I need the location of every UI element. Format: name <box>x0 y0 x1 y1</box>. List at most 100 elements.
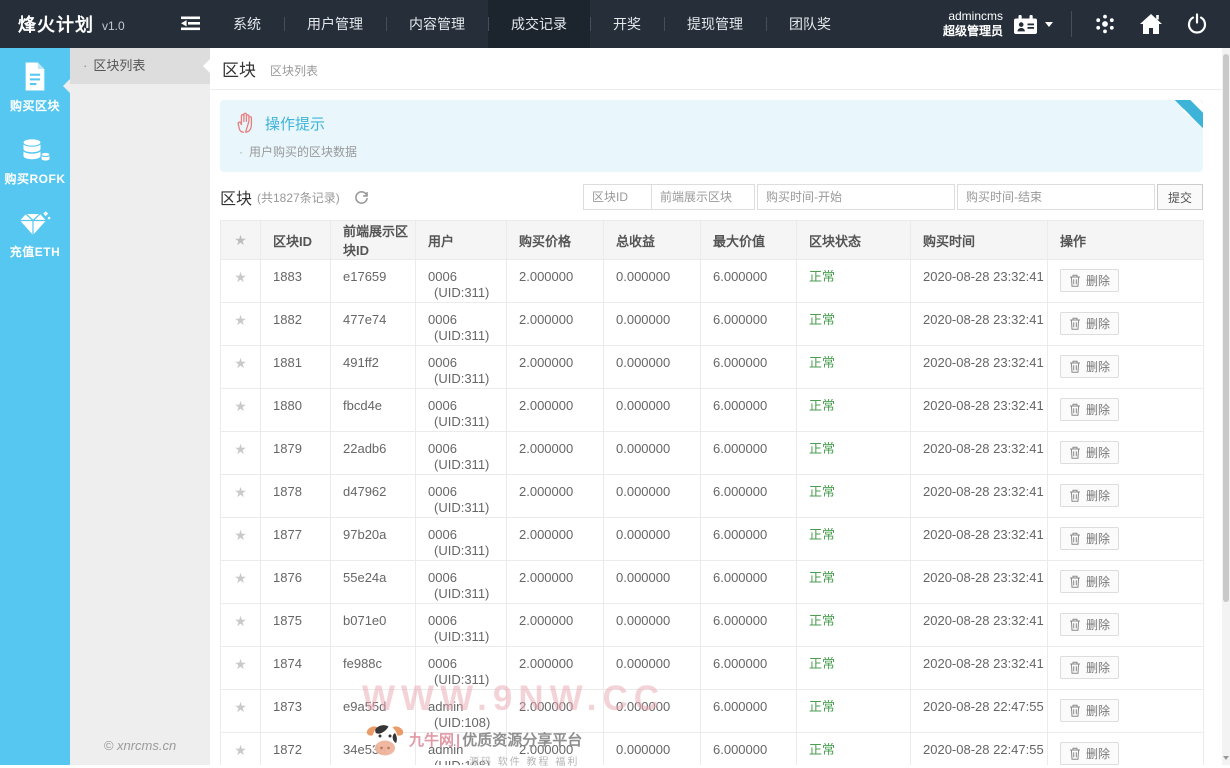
cell-status: 正常 <box>797 733 911 766</box>
star-icon[interactable]: ★ <box>234 312 247 328</box>
delete-button[interactable]: 删除 <box>1060 613 1119 636</box>
star-icon[interactable]: ★ <box>234 398 247 414</box>
delete-button[interactable]: 删除 <box>1060 742 1119 765</box>
cell-actions: 删除 <box>1048 733 1204 766</box>
delete-button[interactable]: 删除 <box>1060 398 1119 421</box>
logout-button[interactable] <box>1174 0 1220 48</box>
cell-actions: 删除 <box>1048 260 1204 303</box>
cell-max: 6.000000 <box>701 389 797 432</box>
display-block-input[interactable] <box>651 184 755 210</box>
scrollbar-track[interactable] <box>1222 48 1230 765</box>
delete-label: 删除 <box>1086 490 1110 502</box>
sidebar-item-buy-block[interactable]: 购买区块 <box>0 48 70 124</box>
buy-time-end-input[interactable] <box>957 184 1155 210</box>
sidebar-item-recharge-eth[interactable]: 充值ETH <box>0 197 70 270</box>
nav-item[interactable]: 成交记录 <box>488 0 590 48</box>
home-button[interactable] <box>1128 0 1174 48</box>
user-value: admin <box>428 699 506 715</box>
nav-item[interactable]: 系统 <box>210 0 284 48</box>
delete-label: 删除 <box>1086 318 1110 330</box>
cell-time: 2020-08-28 23:32:41 <box>911 475 1048 518</box>
trash-icon <box>1069 403 1081 416</box>
delete-button[interactable]: 删除 <box>1060 699 1119 722</box>
cell-price: 2.000000 <box>507 475 604 518</box>
coins-icon <box>0 137 70 165</box>
cell-time: 2020-08-28 23:32:41 <box>911 604 1048 647</box>
cell-display-id: 477e74 <box>331 303 416 346</box>
delete-button[interactable]: 删除 <box>1060 312 1119 335</box>
header-row: ★ 区块ID 前端展示区块ID 用户 购买价格 总收益 最大价值 区块状态 购买… <box>221 221 1204 260</box>
star-icon[interactable]: ★ <box>234 742 247 758</box>
cell-block-id: 1881 <box>261 346 331 389</box>
submenu-item-block-list[interactable]: ·区块列表 <box>70 48 210 84</box>
column-header: 总收益 <box>604 221 701 260</box>
delete-label: 删除 <box>1086 275 1110 287</box>
nav-item-label: 内容管理 <box>409 14 465 34</box>
cell-user: admin (UID:108) <box>416 733 507 766</box>
cell-actions: 删除 <box>1048 690 1204 733</box>
star-icon[interactable]: ★ <box>234 656 247 672</box>
status-badge: 正常 <box>809 441 835 456</box>
submit-button[interactable]: 提交 <box>1157 184 1203 210</box>
refresh-button[interactable] <box>354 190 369 205</box>
sidebar-item-label: 充值ETH <box>10 245 61 259</box>
cell-block-id: 1882 <box>261 303 331 346</box>
cell-time: 2020-08-28 23:32:41 <box>911 346 1048 389</box>
nav-item[interactable]: 开奖 <box>590 0 664 48</box>
status-badge: 正常 <box>809 269 835 284</box>
cell-display-id: fbcd4e <box>331 389 416 432</box>
cell-display-id: 97b20a <box>331 518 416 561</box>
cell-income: 0.000000 <box>604 346 701 389</box>
cell-user: 0006 (UID:311) <box>416 346 507 389</box>
delete-button[interactable]: 删除 <box>1060 656 1119 679</box>
delete-button[interactable]: 删除 <box>1060 355 1119 378</box>
delete-button[interactable]: 删除 <box>1060 570 1119 593</box>
star-icon[interactable]: ★ <box>234 484 247 500</box>
cell-display-id: 55e24a <box>331 561 416 604</box>
star-icon[interactable]: ★ <box>234 570 247 586</box>
scrollbar-thumb[interactable] <box>1223 54 1229 602</box>
sidebar-item-buy-rofk[interactable]: 购买ROFK <box>0 124 70 197</box>
profile-dropdown-button[interactable] <box>1013 14 1053 35</box>
star-icon[interactable]: ★ <box>234 527 247 543</box>
cell-display-id: d47962 <box>331 475 416 518</box>
cell-price: 2.000000 <box>507 690 604 733</box>
buy-time-start-input[interactable] <box>757 184 955 210</box>
star-icon[interactable]: ★ <box>234 613 247 629</box>
tip-collapse-button[interactable] <box>1169 100 1203 134</box>
delete-button[interactable]: 删除 <box>1060 484 1119 507</box>
nav-item[interactable]: 提现管理 <box>664 0 766 48</box>
cell-time: 2020-08-28 22:47:55 <box>911 690 1048 733</box>
star-icon[interactable]: ★ <box>234 355 247 371</box>
trash-icon <box>1069 532 1081 545</box>
star-icon[interactable]: ★ <box>234 441 247 457</box>
table-row: ★ 1881 491ff2 0006 (UID:311) 2.000000 0.… <box>221 346 1204 389</box>
power-icon <box>1186 13 1208 35</box>
user-role: 超级管理员 <box>943 24 1003 39</box>
cell-star: ★ <box>221 604 261 647</box>
delete-button[interactable]: 删除 <box>1060 441 1119 464</box>
cell-price: 2.000000 <box>507 604 604 647</box>
cell-actions: 删除 <box>1048 303 1204 346</box>
table-head: ★ 区块ID 前端展示区块ID 用户 购买价格 总收益 最大价值 区块状态 购买… <box>221 221 1204 260</box>
star-header-cell: ★ <box>221 221 261 260</box>
star-icon[interactable]: ★ <box>234 269 247 285</box>
status-badge: 正常 <box>809 355 835 370</box>
nav-item[interactable]: 内容管理 <box>386 0 488 48</box>
cell-block-id: 1875 <box>261 604 331 647</box>
cell-income: 0.000000 <box>604 432 701 475</box>
block-id-input[interactable] <box>583 184 651 210</box>
nav-item[interactable]: 用户管理 <box>284 0 386 48</box>
cell-time: 2020-08-28 23:32:41 <box>911 303 1048 346</box>
delete-button[interactable]: 删除 <box>1060 269 1119 292</box>
user-value: 0006 <box>428 656 506 672</box>
cell-user: 0006 (UID:311) <box>416 432 507 475</box>
sidebar-toggle-button[interactable] <box>181 16 200 31</box>
table-wrap: ★ 区块ID 前端展示区块ID 用户 购买价格 总收益 最大价值 区块状态 购买… <box>220 220 1203 765</box>
star-icon[interactable]: ★ <box>234 699 247 715</box>
delete-button[interactable]: 删除 <box>1060 527 1119 550</box>
cell-income: 0.000000 <box>604 561 701 604</box>
cell-income: 0.000000 <box>604 475 701 518</box>
apps-button[interactable] <box>1082 0 1128 48</box>
nav-item[interactable]: 团队奖 <box>766 0 854 48</box>
